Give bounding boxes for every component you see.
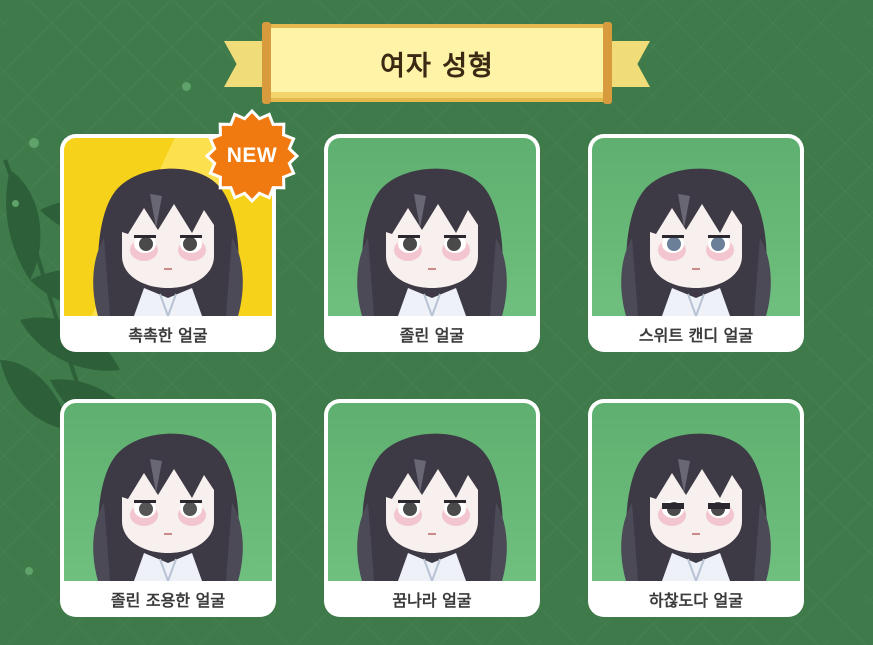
- face-label: 졸린 조용한 얼굴: [110, 591, 226, 610]
- face-label: 졸린 얼굴: [399, 326, 465, 345]
- plate-roll: [262, 22, 271, 104]
- face-card[interactable]: 스위트 캔디 얼굴: [588, 134, 804, 352]
- face-portrait: [592, 403, 800, 581]
- plate-roll: [603, 22, 612, 104]
- character-portrait-icon: [357, 433, 507, 581]
- face-label: 촉촉한 얼굴: [128, 326, 208, 345]
- character-portrait-icon: [93, 433, 243, 581]
- face-portrait: [328, 138, 536, 316]
- face-label: 꿈나라 얼굴: [392, 591, 472, 610]
- new-badge-label: NEW: [226, 144, 278, 167]
- face-portrait: [64, 403, 272, 581]
- face-card[interactable]: 졸린 얼굴: [324, 134, 540, 352]
- character-portrait-icon: [621, 433, 771, 581]
- character-portrait-icon: [357, 168, 507, 316]
- face-card[interactable]: 졸린 조용한 얼굴: [60, 399, 276, 617]
- face-label: 하찮도다 얼굴: [649, 591, 743, 610]
- character-portrait-icon: [621, 168, 771, 316]
- page-title: 여자 성형: [380, 50, 494, 82]
- new-badge: NEW: [204, 108, 300, 204]
- decor-dot: [182, 82, 191, 91]
- title-banner: 여자 성형: [224, 22, 650, 106]
- decor-dot: [12, 200, 19, 207]
- decor-dot: [29, 138, 39, 148]
- face-card[interactable]: 꿈나라 얼굴: [324, 399, 540, 617]
- face-label: 스위트 캔디 얼굴: [638, 326, 754, 345]
- face-card[interactable]: 하찮도다 얼굴: [588, 399, 804, 617]
- face-portrait: [328, 403, 536, 581]
- title-plate: 여자 성형: [262, 22, 612, 104]
- face-portrait: [592, 138, 800, 316]
- decor-dot: [25, 567, 33, 575]
